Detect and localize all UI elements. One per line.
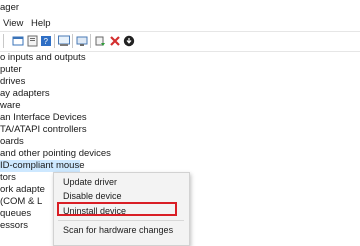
menu-item-scan-hardware[interactable]: Scan for hardware changes xyxy=(63,225,173,235)
menu-help[interactable]: Help xyxy=(31,18,51,29)
menu-item-update-driver[interactable]: Update driver xyxy=(63,177,117,187)
toolbar-separator xyxy=(72,34,73,48)
tree-item[interactable]: essors xyxy=(0,220,28,232)
tree-item[interactable]: and other pointing devices xyxy=(0,148,111,160)
forward-icon[interactable] xyxy=(27,35,39,47)
tree-item[interactable]: an Interface Devices xyxy=(0,112,87,124)
update-driver-icon[interactable] xyxy=(94,35,106,47)
menu-view[interactable]: View xyxy=(3,18,23,29)
tree-item-selected[interactable]: ID-compliant mouse xyxy=(0,160,84,172)
tree-item[interactable]: queues xyxy=(0,208,31,220)
toolbar-separator xyxy=(3,34,4,48)
tree-item[interactable]: ware xyxy=(0,100,21,112)
tree-item[interactable]: ay adapters xyxy=(0,88,50,100)
title-bar: ager xyxy=(0,0,360,14)
menu-bar: View Help xyxy=(0,14,360,31)
uninstall-highlight-box xyxy=(57,202,177,216)
menu-separator xyxy=(58,220,184,221)
tree-item[interactable]: drives xyxy=(0,76,25,88)
toolbar: ? xyxy=(0,31,360,52)
tree-item[interactable]: oards xyxy=(0,136,24,148)
help-icon[interactable]: ? xyxy=(40,35,52,47)
computer-icon[interactable] xyxy=(76,35,88,47)
tree-item[interactable]: (COM & L xyxy=(0,196,42,208)
show-hidden-icon[interactable] xyxy=(58,35,70,47)
toolbar-separator xyxy=(90,34,91,48)
svg-text:?: ? xyxy=(44,37,49,46)
tree-item[interactable]: puter xyxy=(0,64,22,76)
window-title: ager xyxy=(0,2,20,13)
menu-item-disable-device[interactable]: Disable device xyxy=(63,191,122,201)
tree-item[interactable]: tors xyxy=(0,172,16,184)
download-icon[interactable] xyxy=(123,35,135,47)
tree-item[interactable]: ork adapte xyxy=(0,184,45,196)
toolbar-separator xyxy=(54,34,55,48)
back-icon[interactable] xyxy=(12,35,24,47)
tree-item[interactable]: TA/ATAPI controllers xyxy=(0,124,87,136)
tree-item[interactable]: o inputs and outputs xyxy=(0,52,86,64)
uninstall-icon[interactable] xyxy=(109,35,121,47)
